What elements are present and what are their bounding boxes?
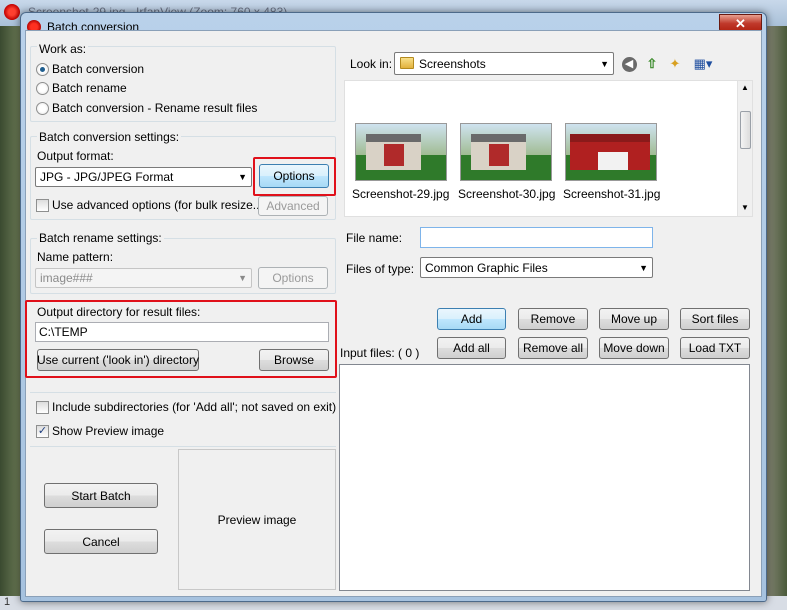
thumbnail-wall (489, 144, 509, 166)
start-batch-button[interactable]: Start Batch (44, 483, 158, 508)
scrollbar-thumb[interactable] (740, 111, 751, 149)
file-name-input[interactable] (420, 227, 653, 248)
file-item-name[interactable]: Screenshot-30.jpg (458, 187, 555, 201)
background-status-text: 1 (4, 596, 11, 608)
look-in-select[interactable]: Screenshots ▼ (394, 52, 614, 75)
up-folder-icon[interactable]: ⇧ (643, 55, 661, 73)
look-in-value: Screenshots (419, 56, 486, 71)
radio-batch-conversion[interactable] (36, 63, 49, 76)
rename-settings-legend: Batch rename settings: (37, 231, 164, 245)
files-of-type-value: Common Graphic Files (425, 260, 548, 275)
look-in-label: Look in: (350, 57, 393, 71)
background-image-left (0, 26, 20, 610)
cancel-button[interactable]: Cancel (44, 529, 158, 554)
add-all-button[interactable]: Add all (437, 337, 506, 359)
file-item-name[interactable]: Screenshot-29.jpg (352, 187, 449, 201)
output-directory-input[interactable]: C:\TEMP (35, 322, 329, 342)
browse-button[interactable]: Browse (259, 349, 329, 371)
work-as-legend: Work as: (37, 42, 89, 56)
irfanview-logo-icon (4, 4, 20, 20)
output-directory-label: Output directory for result files: (37, 305, 201, 319)
advanced-options-checkbox[interactable] (36, 199, 49, 212)
view-menu-icon[interactable]: ▦▾ (689, 55, 717, 73)
advanced-options-label[interactable]: Use advanced options (for bulk resize...… (52, 198, 267, 212)
file-name-label: File name: (346, 231, 403, 245)
thumbnail-wall (384, 144, 404, 166)
separator (30, 392, 336, 393)
thumbnail-image[interactable] (460, 123, 552, 181)
output-directory-value: C:\TEMP (39, 325, 88, 339)
radio-batch-conversion-rename[interactable] (36, 102, 49, 115)
add-button[interactable]: Add (437, 308, 506, 330)
show-preview-label[interactable]: Show Preview image (52, 424, 164, 438)
name-pattern-input[interactable]: image### ▼ (35, 268, 252, 288)
chevron-down-icon: ▼ (238, 273, 247, 283)
highlight-options-box (253, 157, 336, 196)
name-pattern-value: image### (40, 271, 93, 285)
sort-files-button[interactable]: Sort files (680, 308, 750, 330)
advanced-button[interactable]: Advanced (258, 196, 328, 216)
chevron-down-icon: ▼ (639, 262, 648, 273)
preview-image-label: Preview image (217, 512, 297, 527)
rename-options-button[interactable]: Options (258, 267, 328, 289)
files-of-type-label: Files of type: (346, 262, 415, 276)
radio-batch-rename[interactable] (36, 82, 49, 95)
use-current-directory-button[interactable]: Use current ('look in') directory (37, 349, 199, 371)
folder-icon (400, 57, 414, 69)
output-format-select[interactable]: JPG - JPG/JPEG Format ▼ (35, 167, 252, 187)
radio-batch-rename-label[interactable]: Batch rename (52, 81, 127, 95)
preview-image-area: Preview image (178, 449, 336, 590)
chevron-down-icon: ▼ (238, 172, 247, 182)
separator (30, 446, 336, 447)
name-pattern-label: Name pattern: (37, 250, 114, 264)
conversion-settings-legend: Batch conversion settings: (37, 130, 182, 144)
thumbnail-image[interactable] (565, 123, 657, 181)
include-subdirectories-label[interactable]: Include subdirectories (for 'Add all'; n… (52, 400, 336, 414)
back-icon[interactable]: ◀ (620, 55, 638, 73)
input-files-list[interactable] (339, 364, 750, 591)
file-list-scrollbar[interactable]: ▲ ▼ (737, 81, 752, 216)
scroll-up-icon[interactable]: ▲ (741, 83, 749, 92)
scroll-down-icon[interactable]: ▼ (741, 203, 749, 212)
files-of-type-select[interactable]: Common Graphic Files ▼ (420, 257, 653, 278)
move-up-button[interactable]: Move up (599, 308, 669, 330)
remove-all-button[interactable]: Remove all (518, 337, 588, 359)
load-txt-button[interactable]: Load TXT (680, 337, 750, 359)
remove-button[interactable]: Remove (518, 308, 588, 330)
input-files-label: Input files: ( 0 ) (340, 346, 420, 360)
output-format-value: JPG - JPG/JPEG Format (40, 170, 174, 184)
include-subdirectories-checkbox[interactable] (36, 401, 49, 414)
new-folder-icon[interactable]: ✦ (666, 55, 684, 73)
background-image-right (765, 26, 787, 610)
radio-batch-conversion-label[interactable]: Batch conversion (52, 62, 144, 76)
thumbnail-image[interactable] (355, 123, 447, 181)
move-down-button[interactable]: Move down (599, 337, 669, 359)
thumbnail-wall (598, 152, 628, 170)
file-item-name[interactable]: Screenshot-31.jpg (563, 187, 660, 201)
output-format-label: Output format: (37, 149, 114, 163)
radio-batch-conversion-rename-label[interactable]: Batch conversion - Rename result files (52, 101, 257, 115)
chevron-down-icon: ▼ (600, 58, 609, 69)
show-preview-checkbox[interactable]: ✓ (36, 425, 49, 438)
